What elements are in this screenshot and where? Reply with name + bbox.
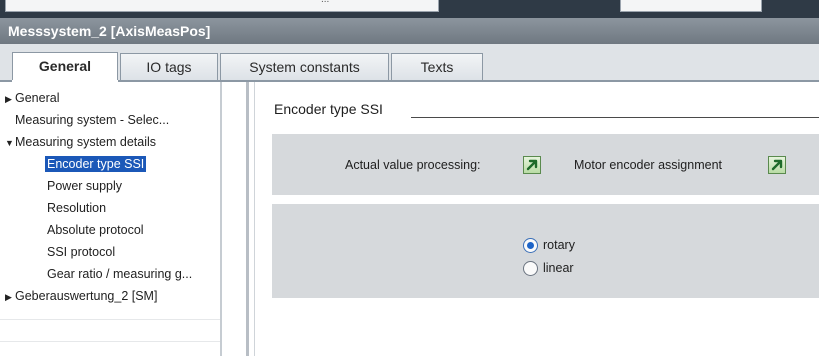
tree-item-resolution[interactable]: Resolution bbox=[47, 198, 106, 218]
top-input-field[interactable]: ... bbox=[5, 0, 439, 12]
tree-item-absolute-protocol[interactable]: Absolute protocol bbox=[47, 220, 144, 240]
inspector-title: Messsystem_2 [AxisMeasPos] bbox=[0, 18, 819, 44]
tab-texts[interactable]: Texts bbox=[391, 53, 483, 80]
tree-item-gear-ratio[interactable]: Gear ratio / measuring g... bbox=[47, 264, 192, 284]
top-toolbar: ... bbox=[0, 0, 819, 18]
radio-linear[interactable] bbox=[523, 261, 538, 276]
top-input-field-2[interactable] bbox=[620, 0, 762, 12]
actual-value-processing-button[interactable] bbox=[523, 156, 541, 174]
tab-io-tags[interactable]: IO tags bbox=[120, 53, 218, 80]
radio-linear-label[interactable]: linear bbox=[543, 261, 574, 275]
tree-scrollbar[interactable] bbox=[220, 82, 222, 356]
arrow-up-right-icon bbox=[771, 159, 783, 171]
encoder-type-group: rotary linear bbox=[272, 204, 819, 298]
tree-item-measuring-system-details[interactable]: ▼Measuring system details bbox=[5, 132, 156, 152]
splitter-edge bbox=[254, 82, 255, 356]
tree-item-ssi-protocol[interactable]: SSI protocol bbox=[47, 242, 115, 262]
radio-selected-dot bbox=[527, 242, 534, 249]
section-divider bbox=[411, 117, 819, 118]
navigation-group: Actual value processing: Motor encoder a… bbox=[272, 134, 819, 195]
triangle-right-icon[interactable]: ▶ bbox=[5, 287, 15, 307]
tab-system-constants[interactable]: System constants bbox=[220, 53, 389, 80]
actual-value-processing-label: Actual value processing: bbox=[345, 158, 481, 172]
tab-general[interactable]: General bbox=[12, 52, 118, 81]
tree-item-measuring-system-selection[interactable]: Measuring system - Selec... bbox=[15, 110, 169, 130]
navigation-tree: ▶ General Measuring system - Selec... ▼Me… bbox=[0, 82, 220, 356]
radio-rotary-label[interactable]: rotary bbox=[543, 238, 575, 252]
panel-splitter[interactable] bbox=[246, 82, 249, 356]
triangle-down-icon[interactable]: ▼ bbox=[5, 133, 15, 153]
tab-strip: General IO tags System constants Texts bbox=[0, 44, 819, 82]
tree-item-general[interactable]: ▶ General bbox=[5, 88, 59, 108]
tree-divider bbox=[0, 341, 220, 342]
tree-item-encoder-type-ssi[interactable]: Encoder type SSI bbox=[45, 154, 147, 174]
ellipsis-icon: ... bbox=[321, 0, 329, 5]
triangle-right-icon[interactable]: ▶ bbox=[5, 89, 15, 109]
section-title: Encoder type SSI bbox=[274, 101, 383, 117]
motor-encoder-assignment-label: Motor encoder assignment bbox=[574, 158, 722, 172]
tree-item-geberauswertung[interactable]: ▶ Geberauswertung_2 [SM] bbox=[5, 286, 157, 306]
tree-divider bbox=[0, 319, 220, 320]
arrow-up-right-icon bbox=[526, 159, 538, 171]
radio-rotary[interactable] bbox=[523, 238, 538, 253]
tree-item-power-supply[interactable]: Power supply bbox=[47, 176, 122, 196]
motor-encoder-assignment-button[interactable] bbox=[768, 156, 786, 174]
